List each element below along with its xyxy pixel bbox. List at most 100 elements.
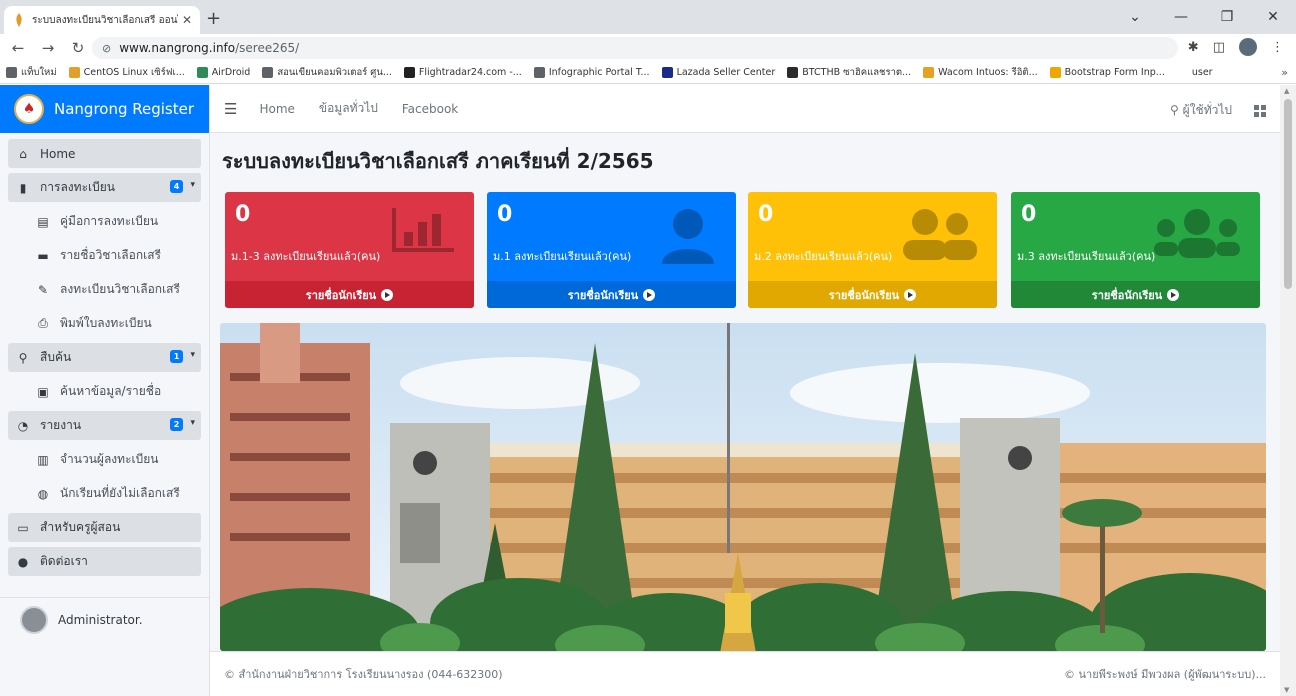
edit-icon: ✎ (37, 282, 49, 297)
bookmark-item[interactable]: CentOS Linux เซิร์ฟเ... (68, 65, 185, 80)
bookmark-label: Wacom Intuos: รีอิติ... (938, 67, 1038, 78)
bookmark-favicon-icon (787, 67, 799, 78)
sidebar-item-6[interactable]: ⚲ สืบค้น 1 ▾ (8, 343, 201, 372)
bookmark-item[interactable]: user (1176, 67, 1213, 78)
site-info-icon[interactable]: ⊘ (102, 42, 111, 55)
apps-grid-icon[interactable] (1254, 104, 1266, 117)
sidebar-item-2[interactable]: ▤ คู่มือการลงทะเบียน (8, 207, 201, 236)
arrow-circle-right-icon (1167, 288, 1180, 301)
browser-menu-icon[interactable]: ⋮ (1271, 40, 1284, 55)
sidebar-item-11[interactable]: ▭ สำหรับครูผู้สอน (8, 513, 201, 542)
reload-button[interactable]: ↻ (66, 39, 90, 57)
sidebar-item-5[interactable]: ⎙ พิมพ์ใบลงทะเบียน (8, 309, 201, 338)
extensions-area: ✱ ◫ ⋮ (1188, 38, 1284, 56)
sidebar-item-label: รายชื่อวิชาเลือกเสรี (60, 248, 161, 262)
scroll-up-icon[interactable]: ▲ (1284, 87, 1289, 95)
bookmark-label: Flightradar24.com -... (418, 67, 522, 78)
page-scrollbar[interactable]: ▲ ▼ (1280, 85, 1296, 696)
sidebar-item-label: สืบค้น (40, 350, 72, 364)
sidebar-item-label: ติดต่อเรา (40, 554, 88, 568)
hamburger-menu-icon[interactable]: ☰ (224, 100, 237, 118)
sidebar-item-9[interactable]: ▥ จำนวนผู้ลงทะเบียน (8, 445, 201, 474)
nav-link-home[interactable]: Home (259, 102, 294, 116)
bookmark-favicon-icon (403, 67, 415, 78)
bookmark-item[interactable]: Flightradar24.com -... (403, 67, 522, 78)
sidebar-item-label: คู่มือการลงทะเบียน (60, 214, 159, 228)
restore-button[interactable]: ❐ (1204, 9, 1250, 25)
bookmark-label: BTCTHB ซาฮิคแลชราต... (802, 67, 912, 78)
sidebar-item-3[interactable]: ▬ รายชื่อวิชาเลือกเสรี (8, 241, 201, 270)
chevron-down-icon: ▾ (190, 350, 195, 360)
sidebar-item-label: สำหรับครูผู้สอน (40, 520, 121, 534)
bookmark-item[interactable]: Bootstrap Form Inp... (1049, 67, 1165, 78)
count-badge: 2 (170, 418, 183, 431)
sidebar-item-4[interactable]: ✎ ลงทะเบียนวิชาเลือกเสรี (8, 275, 201, 304)
user-icon: ⚲ (1170, 103, 1179, 117)
home-icon: ⌂ (19, 146, 27, 161)
student-list-link[interactable]: รายชื่อนักเรียน (1011, 281, 1260, 308)
address-bar[interactable]: ⊘ www.nangrong.info/seree265/ (92, 37, 1178, 59)
minimize-button[interactable]: — (1158, 9, 1204, 25)
sidebar-item-12[interactable]: ● ติดต่อเรา (8, 547, 201, 576)
close-tab-icon[interactable]: ✕ (182, 13, 192, 27)
extensions-icon[interactable]: ✱ (1188, 40, 1199, 55)
browser-tab[interactable]: ระบบลงทะเบียนวิชาเลือกเสรี ออนไลน์ ✕ (4, 6, 200, 34)
bookmark-item[interactable]: สอนเขียนคอมพิวเตอร์ ศูน... (262, 65, 392, 80)
close-window-button[interactable]: ✕ (1250, 9, 1296, 25)
arrow-circle-right-icon (904, 288, 917, 301)
sidebar-user[interactable]: Administrator. (0, 597, 209, 641)
app: ♠ Nangrong Register ⌂ Home ▮ การลงทะเบียน 4 ▾… (0, 85, 1296, 696)
user-icon (658, 206, 718, 270)
bookmark-favicon-icon (533, 67, 545, 78)
profile-avatar[interactable] (1239, 38, 1257, 56)
bookmarks-overflow-icon[interactable]: » (1281, 66, 1288, 79)
bookmark-label: Lazada Seller Center (676, 67, 776, 78)
sidebar-item-label: รายงาน (40, 418, 82, 432)
window-controls: ⌄ — ❐ ✕ (1112, 0, 1296, 34)
page-footer: © สำนักงานฝ่ายวิชาการ โรงเรียนนางรอง (04… (210, 651, 1280, 696)
sidebar-item-7[interactable]: ▣ ค้นหาข้อมูล/รายชื่อ (8, 377, 201, 406)
sidebar-item-1[interactable]: ▮ การลงทะเบียน 4 ▾ (8, 173, 201, 202)
forward-button[interactable]: → (36, 39, 60, 57)
tab-search-icon[interactable]: ⌄ (1112, 9, 1158, 25)
bar-chart-icon: ▥ (37, 452, 49, 467)
users-icon (1152, 206, 1242, 266)
scrollbar-thumb[interactable] (1284, 99, 1292, 289)
footer-right: © นายพีระพงษ์ มีพวงผล (ผู้พัฒนาระบบ)... (1064, 668, 1266, 681)
nav-link-info[interactable]: ข้อมูลทั่วไป (319, 99, 378, 118)
stat-box-m2: 0 ม.2 ลงทะเบียนเรียนแล้ว(คน) รายชื่อนักเ… (748, 192, 997, 308)
bookmark-label: Infographic Portal T... (548, 67, 650, 78)
sidebar-user-name: Administrator. (58, 612, 143, 627)
sidebar-menu: ⌂ Home ▮ การลงทะเบียน 4 ▾ ▤ คู่มือการลงทะเบียน ▬… (0, 133, 209, 576)
back-button[interactable]: ← (6, 39, 30, 57)
sidebar: ♠ Nangrong Register ⌂ Home ▮ การลงทะเบียน 4 ▾… (0, 85, 210, 696)
school-logo-icon: ♠ (14, 94, 44, 124)
bookmark-item[interactable]: Lazada Seller Center (661, 67, 776, 78)
sidebar-item-label: การลงทะเบียน (40, 180, 115, 194)
sidebar-item-10[interactable]: ◍ นักเรียนที่ยังไม่เลือกเสรี (8, 479, 201, 508)
student-list-link[interactable]: รายชื่อนักเรียน (225, 281, 474, 308)
url-host: www.nangrong.info (119, 41, 236, 55)
student-list-link[interactable]: รายชื่อนักเรียน (748, 281, 997, 308)
bookmark-item[interactable]: แท็บใหม่ (6, 65, 57, 80)
bookmark-item[interactable]: Wacom Intuos: รีอิติ... (923, 65, 1038, 80)
bookmark-item[interactable]: Infographic Portal T... (533, 67, 650, 78)
tab-title: ระบบลงทะเบียนวิชาเลือกเสรี ออนไลน์ (32, 14, 178, 26)
arrow-circle-right-icon (643, 288, 656, 301)
new-tab-button[interactable]: + (206, 8, 221, 29)
bookmark-item[interactable]: BTCTHB ซาฮิคแลชราต... (787, 65, 911, 80)
sidebar-item-8[interactable]: ◔ รายงาน 2 ▾ (8, 411, 201, 440)
chevron-down-icon: ▾ (190, 180, 195, 190)
scroll-down-icon[interactable]: ▼ (1284, 686, 1289, 694)
bookmark-item[interactable]: AirDroid (196, 67, 250, 78)
stat-label: ม.2 ลงทะเบียนเรียนแล้ว(คน) (754, 250, 893, 263)
nav-link-facebook[interactable]: Facebook (402, 102, 458, 116)
side-panel-icon[interactable]: ◫ (1213, 40, 1225, 55)
sidebar-item-0[interactable]: ⌂ Home (8, 139, 201, 168)
brand-link[interactable]: ♠ Nangrong Register (0, 85, 209, 133)
bookmark-label: user (1191, 67, 1213, 78)
stat-label: ม.1 ลงทะเบียนเรียนแล้ว(คน) (493, 250, 632, 263)
user-menu[interactable]: ⚲ ผู้ใช้ทั่วไป (1170, 101, 1232, 120)
brand-name: Nangrong Register (54, 100, 195, 118)
student-list-link[interactable]: รายชื่อนักเรียน (487, 281, 736, 308)
